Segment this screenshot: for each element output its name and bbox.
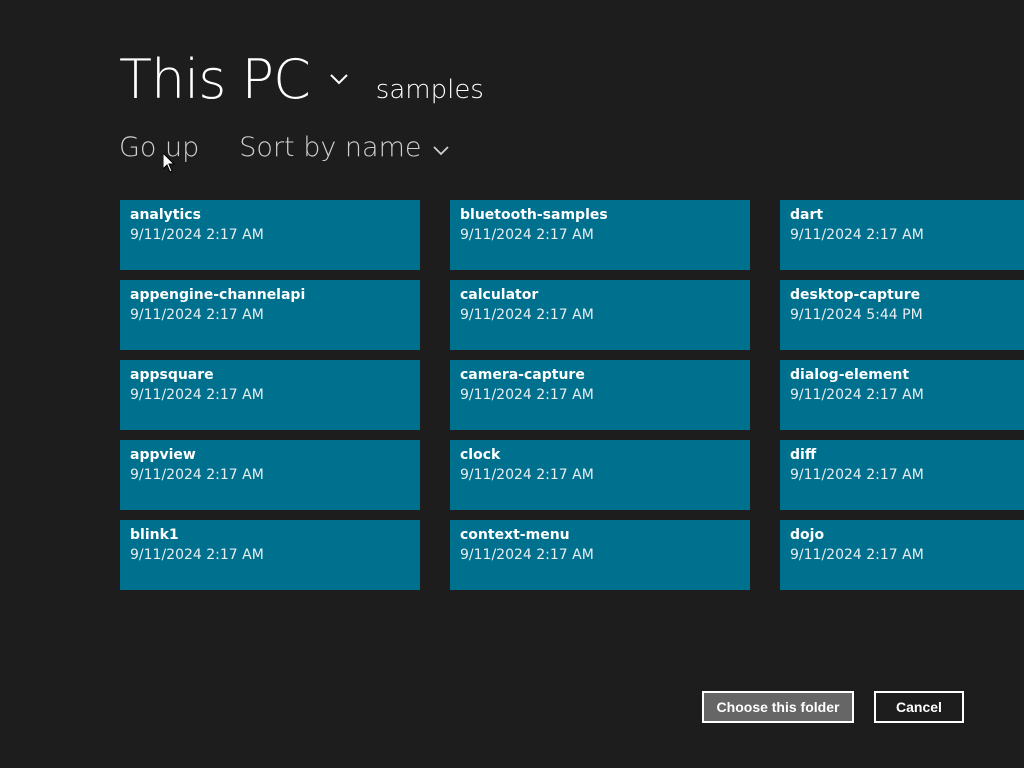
folder-date: 9/11/2024 2:17 AM	[460, 307, 594, 323]
folder-picker: This PC samples Go up Sort by name analy…	[0, 0, 1024, 768]
folder-tile[interactable]: context-menu 9/11/2024 2:17 AM	[450, 520, 750, 590]
current-folder-name: samples	[375, 75, 484, 105]
folder-tile[interactable]: appengine-channelapi 9/11/2024 2:17 AM	[120, 280, 420, 350]
folder-date: 9/11/2024 2:17 AM	[790, 547, 924, 563]
chevron-down-icon[interactable]	[328, 68, 350, 90]
choose-folder-button[interactable]: Choose this folder	[702, 691, 854, 723]
folder-tile[interactable]: diff 9/11/2024 2:17 AM	[780, 440, 1024, 510]
folder-name: blink1	[130, 527, 179, 543]
folder-name: analytics	[130, 207, 201, 223]
folder-name: dart	[790, 207, 824, 223]
folder-tile[interactable]: analytics 9/11/2024 2:17 AM	[120, 200, 420, 270]
folder-date: 9/11/2024 2:17 AM	[790, 467, 924, 483]
folder-name: diff	[790, 447, 817, 463]
folder-column-2: bluetooth-samples 9/11/2024 2:17 AM calc…	[450, 200, 750, 600]
mouse-cursor-icon	[163, 153, 175, 173]
folder-tile[interactable]: dojo 9/11/2024 2:17 AM	[780, 520, 1024, 590]
folder-name: camera-capture	[460, 367, 585, 383]
folder-tile[interactable]: blink1 9/11/2024 2:17 AM	[120, 520, 420, 590]
folder-date: 9/11/2024 2:17 AM	[460, 387, 594, 403]
folder-name: dialog-element	[790, 367, 910, 383]
folder-tile[interactable]: appview 9/11/2024 2:17 AM	[120, 440, 420, 510]
folder-name: bluetooth-samples	[460, 207, 608, 223]
folder-column-1: analytics 9/11/2024 2:17 AM appengine-ch…	[120, 200, 420, 600]
header: This PC samples	[119, 48, 484, 112]
folder-name: appview	[130, 447, 196, 463]
folder-tile[interactable]: desktop-capture 9/11/2024 5:44 PM	[780, 280, 1024, 350]
sort-dropdown[interactable]: Sort by name	[239, 132, 451, 163]
sort-label: Sort by name	[239, 132, 422, 163]
folder-date: 9/11/2024 2:17 AM	[790, 227, 924, 243]
location-title[interactable]: This PC	[119, 48, 311, 112]
folder-name: dojo	[790, 527, 825, 543]
folder-name: appsquare	[130, 367, 214, 383]
folder-date: 9/11/2024 2:17 AM	[790, 387, 924, 403]
folder-name: calculator	[460, 287, 539, 303]
folder-date: 9/11/2024 5:44 PM	[790, 307, 923, 323]
folder-tile[interactable]: dart 9/11/2024 2:17 AM	[780, 200, 1024, 270]
folder-date: 9/11/2024 2:17 AM	[130, 387, 264, 403]
folder-name: clock	[460, 447, 501, 463]
go-up-button[interactable]: Go up	[119, 132, 199, 163]
folder-name: appengine-channelapi	[130, 287, 306, 303]
folder-date: 9/11/2024 2:17 AM	[460, 467, 594, 483]
folder-tile[interactable]: appsquare 9/11/2024 2:17 AM	[120, 360, 420, 430]
cancel-button[interactable]: Cancel	[874, 691, 964, 723]
folder-date: 9/11/2024 2:17 AM	[130, 547, 264, 563]
folder-date: 9/11/2024 2:17 AM	[130, 307, 264, 323]
folder-column-3: dart 9/11/2024 2:17 AM desktop-capture 9…	[780, 200, 1024, 600]
folder-date: 9/11/2024 2:17 AM	[460, 227, 594, 243]
chevron-down-icon	[433, 145, 450, 155]
folder-date: 9/11/2024 2:17 AM	[460, 547, 594, 563]
folder-date: 9/11/2024 2:17 AM	[130, 227, 264, 243]
folder-name: context-menu	[460, 527, 570, 543]
folder-name: desktop-capture	[790, 287, 921, 303]
folder-tile[interactable]: calculator 9/11/2024 2:17 AM	[450, 280, 750, 350]
folder-tile[interactable]: camera-capture 9/11/2024 2:17 AM	[450, 360, 750, 430]
folder-tile[interactable]: dialog-element 9/11/2024 2:17 AM	[780, 360, 1024, 430]
folder-tile[interactable]: clock 9/11/2024 2:17 AM	[450, 440, 750, 510]
folder-tile[interactable]: bluetooth-samples 9/11/2024 2:17 AM	[450, 200, 750, 270]
folder-grid: analytics 9/11/2024 2:17 AM appengine-ch…	[120, 200, 1024, 600]
folder-date: 9/11/2024 2:17 AM	[130, 467, 264, 483]
